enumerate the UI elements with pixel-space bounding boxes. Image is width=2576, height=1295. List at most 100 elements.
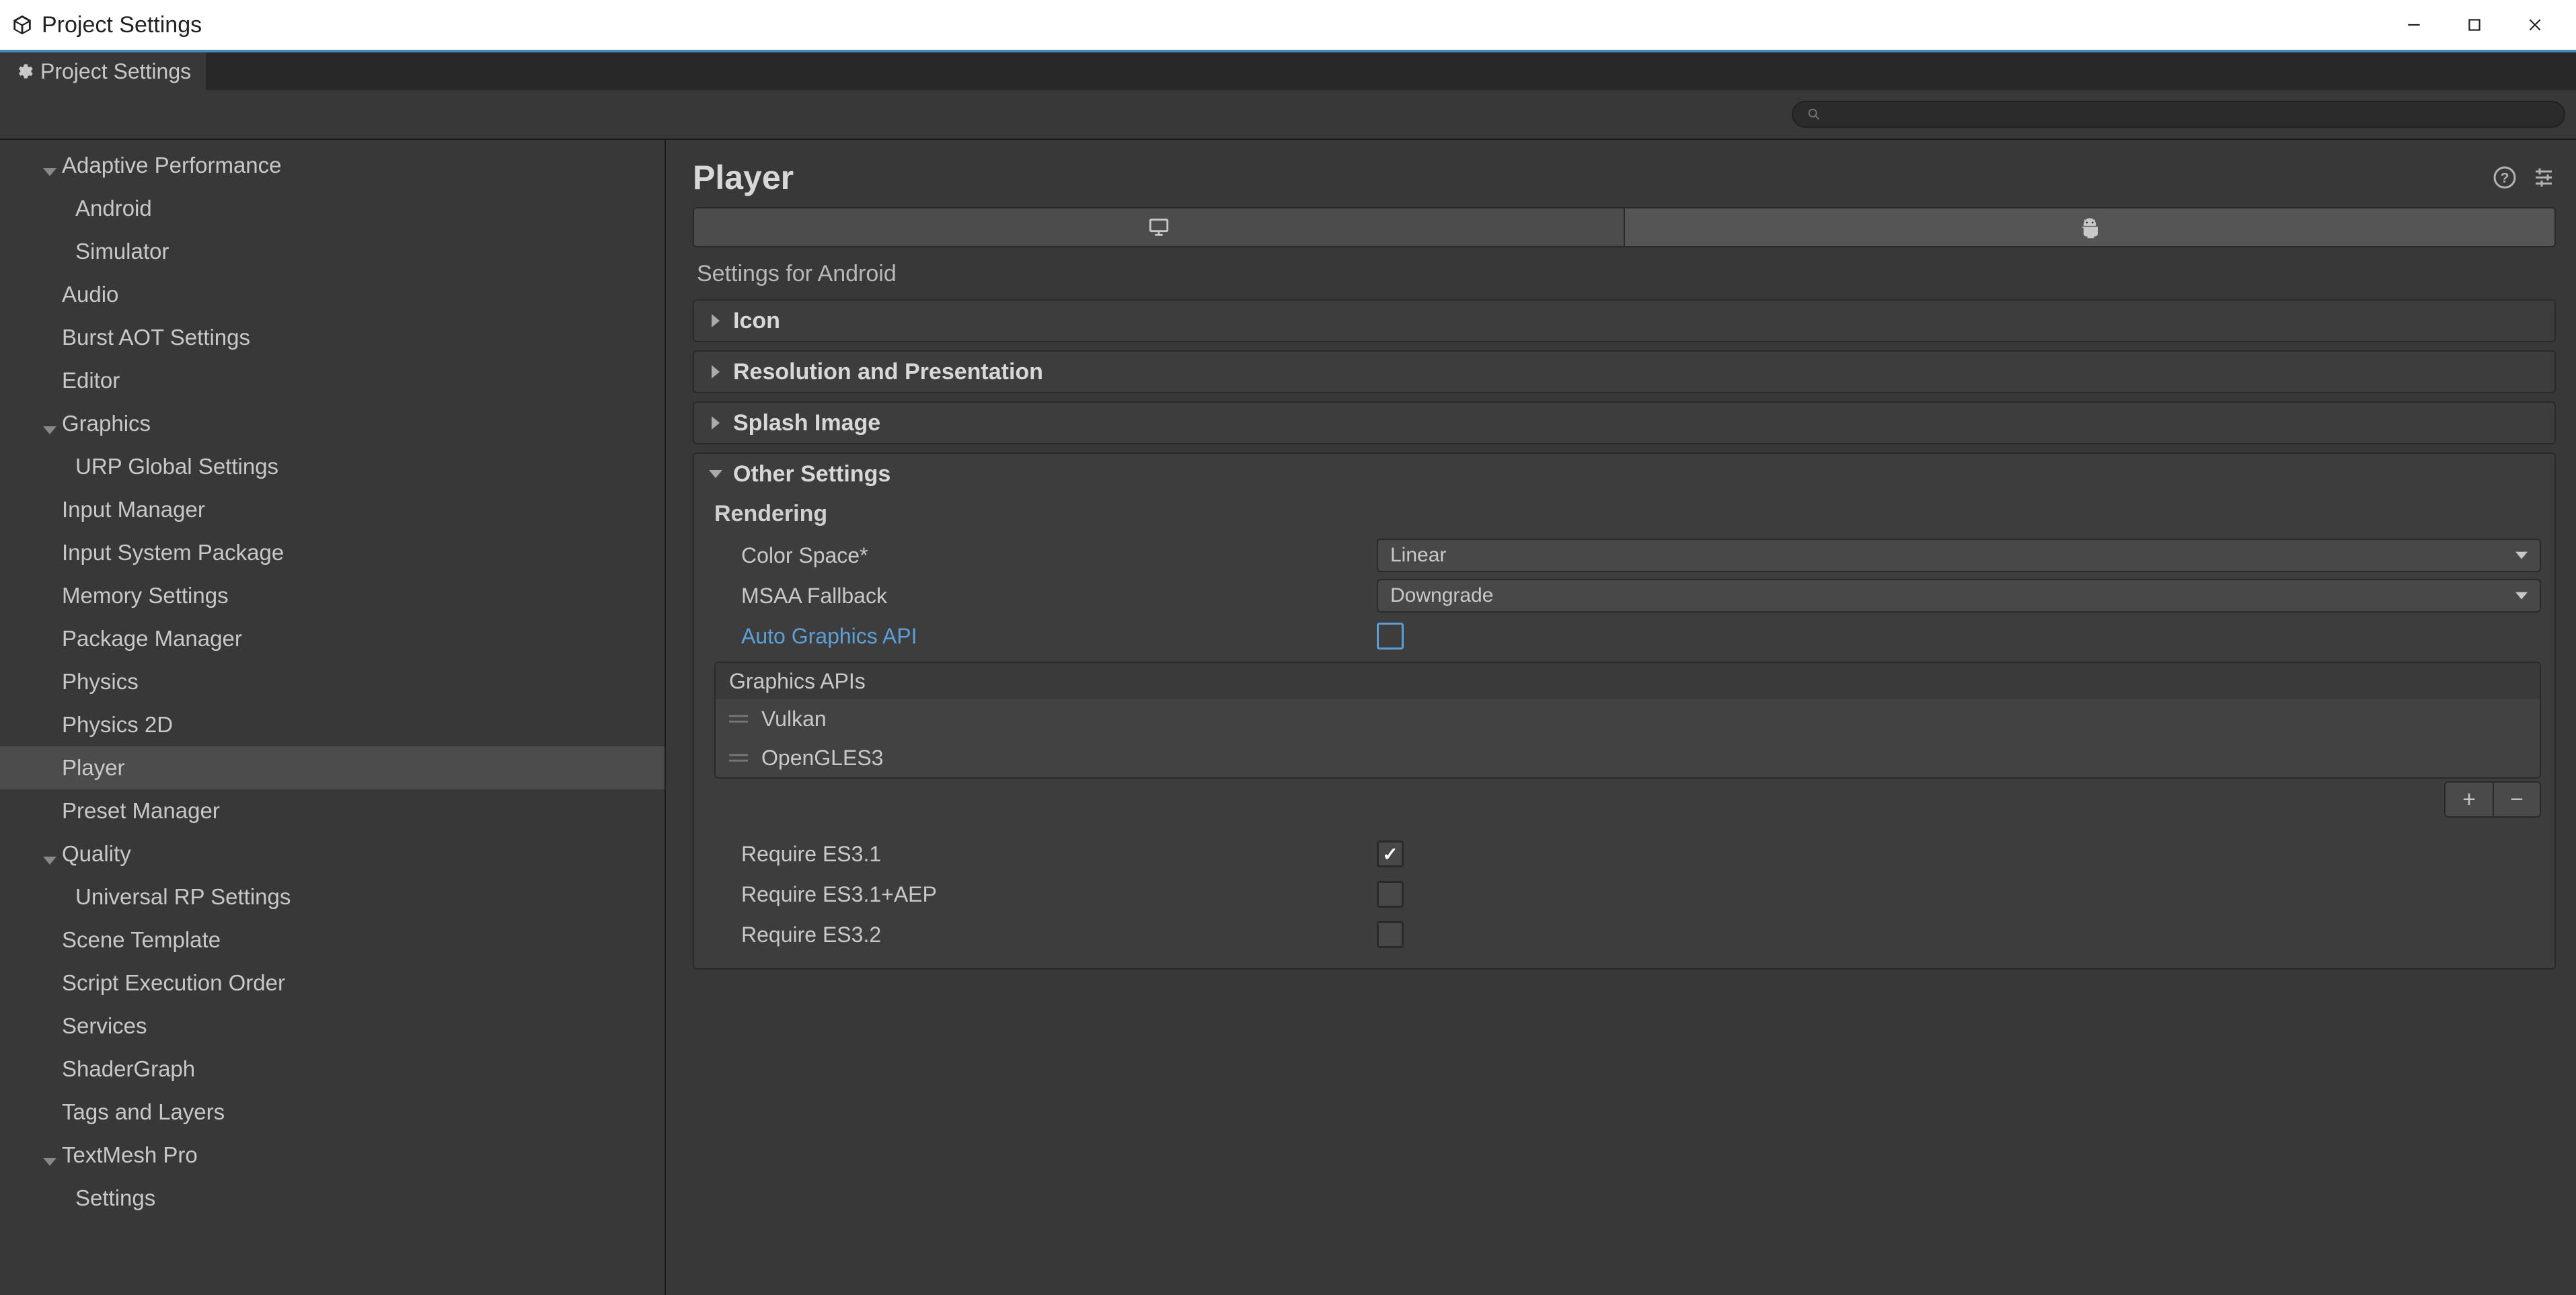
section-splash: Splash Image [693, 401, 2556, 444]
sidebar-item-label: Preset Manager [62, 798, 220, 824]
sidebar-item-package-manager[interactable]: Package Manager [0, 617, 665, 660]
sidebar-item-label: Physics 2D [62, 712, 173, 738]
color-space-dropdown[interactable]: Linear [1377, 539, 2541, 572]
section-title: Icon [733, 308, 780, 334]
drag-handle-icon [729, 713, 748, 725]
gear-icon [15, 62, 34, 81]
sidebar-item-label: Simulator [75, 239, 169, 264]
sidebar-item-settings[interactable]: Settings [0, 1177, 665, 1220]
graphics-api-item[interactable]: OpenGLES3 [716, 738, 2540, 777]
settings-toolbar [0, 90, 2576, 140]
sidebar-item-android[interactable]: Android [0, 187, 665, 230]
sidebar-item-input-manager[interactable]: Input Manager [0, 488, 665, 531]
sidebar-item-label: Tags and Layers [62, 1099, 225, 1125]
graphics-apis-header: Graphics APIs [716, 663, 2540, 699]
add-api-button[interactable]: + [2446, 783, 2493, 816]
msaa-label: MSAA Fallback [714, 584, 1377, 609]
field-require-es31: Require ES3.1 [714, 834, 2541, 874]
rendering-heading: Rendering [714, 501, 2541, 527]
maximize-button[interactable] [2444, 0, 2505, 50]
section-other: Other Settings Rendering Color Space* Li… [693, 453, 2556, 970]
sidebar-item-tags-and-layers[interactable]: Tags and Layers [0, 1091, 665, 1134]
close-button[interactable] [2505, 0, 2565, 50]
req-es31-label: Require ES3.1 [714, 842, 1377, 867]
sidebar-item-label: Physics [62, 669, 139, 695]
sidebar-item-player[interactable]: Player [0, 746, 665, 789]
minimize-button[interactable] [2384, 0, 2444, 50]
req-es31aep-label: Require ES3.1+AEP [714, 882, 1377, 907]
section-other-header[interactable]: Other Settings [694, 454, 2554, 494]
sidebar-item-simulator[interactable]: Simulator [0, 230, 665, 273]
sidebar-item-scene-template[interactable]: Scene Template [0, 918, 665, 962]
project-settings-tab[interactable]: Project Settings [0, 52, 206, 90]
platform-tabs [693, 207, 2556, 247]
sidebar-item-quality[interactable]: Quality [0, 832, 665, 875]
section-title: Splash Image [733, 410, 880, 436]
sidebar-item-label: Adaptive Performance [62, 153, 282, 178]
search-icon [1807, 107, 1821, 122]
section-icon-header[interactable]: Icon [694, 301, 2554, 341]
sidebar-item-label: Editor [62, 368, 120, 393]
remove-api-button[interactable]: − [2493, 783, 2540, 816]
fold-down-icon [43, 847, 56, 861]
sidebar-item-burst-aot-settings[interactable]: Burst AOT Settings [0, 316, 665, 359]
help-icon[interactable]: ? [2493, 165, 2517, 190]
api-name: OpenGLES3 [761, 746, 883, 771]
sidebar-item-input-system-package[interactable]: Input System Package [0, 531, 665, 574]
dropdown-value: Linear [1390, 544, 2515, 567]
sidebar-item-physics[interactable]: Physics [0, 660, 665, 703]
sidebar-item-universal-rp-settings[interactable]: Universal RP Settings [0, 875, 665, 918]
field-color-space: Color Space* Linear [714, 535, 2541, 576]
field-require-es32: Require ES3.2 [714, 914, 2541, 955]
sidebar-item-label: ShaderGraph [62, 1056, 195, 1082]
api-name: Vulkan [761, 707, 827, 732]
graphics-apis-footer: + − [714, 781, 2541, 818]
auto-api-checkbox[interactable] [1377, 623, 1404, 650]
graphics-apis-list: Graphics APIs Vulkan OpenGLES3 [714, 662, 2541, 779]
sidebar-item-services[interactable]: Services [0, 1005, 665, 1048]
sidebar-item-label: Graphics [62, 411, 151, 436]
sidebar-item-adaptive-performance[interactable]: Adaptive Performance [0, 144, 665, 187]
sidebar-item-editor[interactable]: Editor [0, 359, 665, 402]
fold-down-icon [43, 417, 56, 430]
settings-content: Player ? Settings for Android Icon Resol… [666, 140, 2576, 1295]
fold-down-icon [43, 1148, 56, 1162]
preset-icon[interactable] [2532, 165, 2556, 190]
dropdown-value: Downgrade [1390, 584, 2515, 607]
field-require-es31aep: Require ES3.1+AEP [714, 874, 2541, 914]
graphics-api-item[interactable]: Vulkan [716, 699, 2540, 738]
platform-tab-desktop[interactable] [694, 208, 1625, 246]
sidebar-item-graphics[interactable]: Graphics [0, 402, 665, 445]
section-resolution-header[interactable]: Resolution and Presentation [694, 352, 2554, 392]
fold-down-icon [43, 159, 56, 172]
sidebar-item-urp-global-settings[interactable]: URP Global Settings [0, 445, 665, 488]
sidebar-item-label: Settings [75, 1185, 155, 1211]
section-title: Other Settings [733, 461, 891, 487]
editor-tab-strip: Project Settings [0, 50, 2576, 90]
sidebar-item-label: Input Manager [62, 497, 205, 522]
fold-down-icon [709, 467, 722, 481]
sidebar-item-physics-2d[interactable]: Physics 2D [0, 703, 665, 746]
main-area: Adaptive Performance Android Simulator Audi… [0, 140, 2576, 1295]
sidebar-item-memory-settings[interactable]: Memory Settings [0, 574, 665, 617]
sidebar-item-script-execution-order[interactable]: Script Execution Order [0, 962, 665, 1005]
sidebar-item-label: Audio [62, 282, 118, 307]
platform-subtitle: Settings for Android [697, 261, 2556, 287]
section-splash-header[interactable]: Splash Image [694, 403, 2554, 443]
req-es31aep-checkbox[interactable] [1377, 881, 1404, 908]
fold-right-icon [709, 365, 722, 379]
color-space-label: Color Space* [714, 543, 1377, 568]
sidebar-item-preset-manager[interactable]: Preset Manager [0, 789, 665, 832]
msaa-dropdown[interactable]: Downgrade [1377, 579, 2541, 613]
search-input[interactable] [1792, 101, 2565, 128]
platform-tab-android[interactable] [1625, 208, 2554, 246]
sidebar-item-textmesh-pro[interactable]: TextMesh Pro [0, 1134, 665, 1177]
req-es31-checkbox[interactable] [1377, 840, 1404, 867]
sidebar-item-audio[interactable]: Audio [0, 273, 665, 316]
section-icon: Icon [693, 299, 2556, 342]
tab-label: Project Settings [40, 59, 191, 84]
req-es32-checkbox[interactable] [1377, 921, 1404, 948]
settings-sidebar: Adaptive Performance Android Simulator Audi… [0, 140, 666, 1295]
svg-text:?: ? [2501, 171, 2509, 186]
sidebar-item-shadergraph[interactable]: ShaderGraph [0, 1048, 665, 1091]
